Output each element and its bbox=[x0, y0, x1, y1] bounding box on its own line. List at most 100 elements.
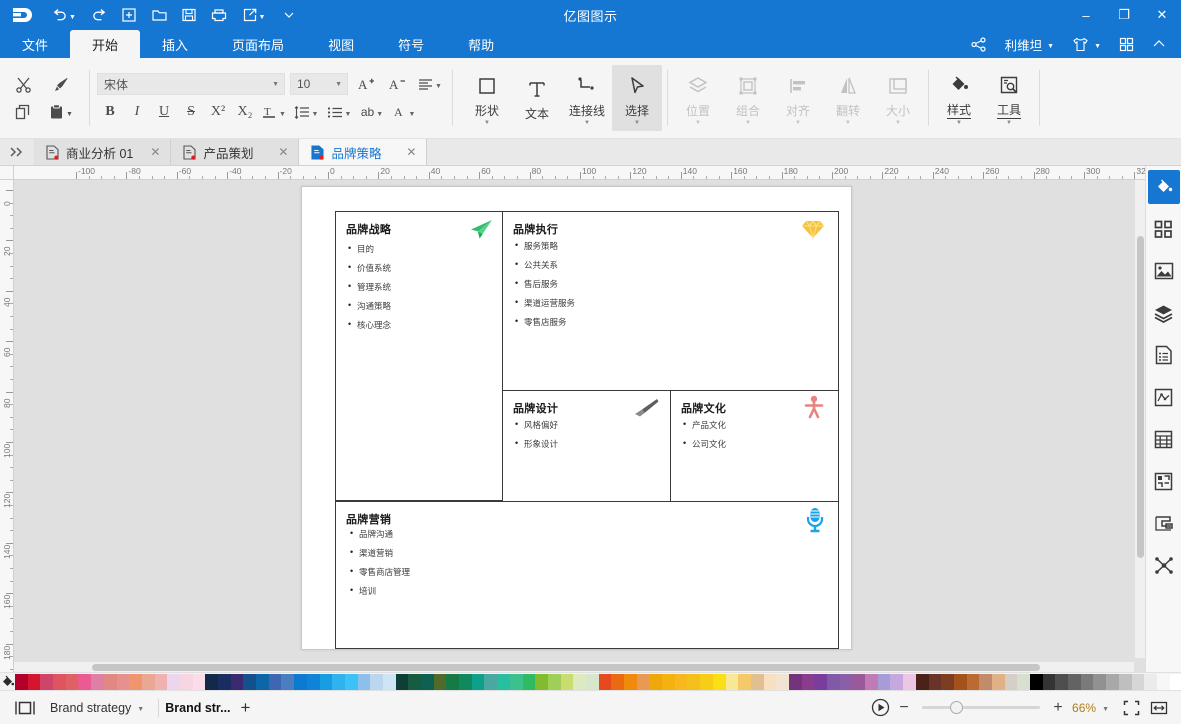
color-swatch[interactable] bbox=[433, 673, 447, 690]
color-swatch[interactable] bbox=[712, 673, 726, 690]
user-caret-icon[interactable]: ▼ bbox=[1047, 43, 1054, 50]
color-swatch[interactable] bbox=[421, 673, 434, 690]
color-swatch[interactable] bbox=[27, 673, 41, 690]
format-painter-button[interactable] bbox=[44, 71, 78, 97]
color-swatch[interactable] bbox=[801, 673, 815, 690]
theme-caret-icon[interactable]: ▼ bbox=[1094, 43, 1101, 50]
color-swatch[interactable] bbox=[154, 673, 168, 690]
color-swatch[interactable] bbox=[700, 673, 713, 690]
bullet-list-caret-icon[interactable]: ▼ bbox=[345, 111, 352, 118]
vertical-scroll-thumb[interactable] bbox=[1137, 236, 1144, 558]
color-swatch[interactable] bbox=[1118, 673, 1132, 690]
color-swatch[interactable] bbox=[1169, 673, 1181, 690]
font-family-select[interactable]: 宋体 ▼ bbox=[97, 73, 285, 95]
text-color-caret-icon[interactable]: ▼ bbox=[279, 111, 286, 118]
italic-button[interactable]: I bbox=[124, 99, 150, 125]
font-fill-caret-icon[interactable]: ▼ bbox=[409, 111, 416, 118]
sidebar-item-table[interactable] bbox=[1148, 422, 1180, 456]
sidebar-item-mindmap[interactable] bbox=[1148, 548, 1180, 582]
color-swatch[interactable] bbox=[1156, 673, 1170, 690]
color-swatch[interactable] bbox=[814, 673, 827, 690]
color-swatch[interactable] bbox=[1017, 673, 1030, 690]
color-swatch[interactable] bbox=[471, 673, 485, 690]
print-button[interactable] bbox=[204, 2, 234, 28]
menu-tab-home[interactable]: 开始 bbox=[70, 30, 141, 58]
color-swatch[interactable] bbox=[205, 673, 218, 690]
paste-button[interactable]: ▼ bbox=[44, 99, 78, 125]
color-swatch[interactable] bbox=[40, 673, 54, 690]
document-tab-business-analysis[interactable]: 商业分析 01 ✕ bbox=[34, 139, 172, 165]
color-swatch[interactable] bbox=[1068, 673, 1081, 690]
text-button[interactable]: 文本 bbox=[512, 65, 562, 131]
style-button[interactable]: 样式 ▼ bbox=[934, 65, 984, 131]
color-swatch[interactable] bbox=[103, 673, 117, 690]
color-swatch-list[interactable] bbox=[15, 673, 1181, 690]
color-dropper-icon[interactable] bbox=[0, 674, 15, 689]
toolbox-caret-icon[interactable]: ▼ bbox=[1006, 120, 1012, 126]
bold-button[interactable]: B bbox=[97, 99, 123, 125]
minimize-button[interactable]: – bbox=[1067, 0, 1105, 30]
fit-width-button[interactable] bbox=[1145, 695, 1173, 721]
zoom-out-button[interactable]: − bbox=[894, 699, 914, 717]
brand-strategy-cell[interactable]: 品牌战略 目的 价值系统 管理系统 沟通策略 核心理念 bbox=[335, 211, 503, 501]
document-tab-brand-strategy[interactable]: 品牌策略 ✕ bbox=[299, 139, 428, 165]
redo-button[interactable] bbox=[84, 2, 114, 28]
text-color-button[interactable]: T ▼ bbox=[259, 99, 289, 125]
color-swatch[interactable] bbox=[319, 673, 333, 690]
color-swatch[interactable] bbox=[953, 673, 967, 690]
color-swatch[interactable] bbox=[738, 673, 751, 690]
undo-button[interactable]: ▼ bbox=[44, 2, 84, 28]
page-view-button[interactable] bbox=[8, 695, 42, 721]
select-caret-icon[interactable]: ▼ bbox=[634, 120, 640, 126]
sidebar-item-symbols[interactable] bbox=[1148, 212, 1180, 246]
export-caret-icon[interactable]: ▼ bbox=[259, 14, 266, 21]
color-swatch[interactable] bbox=[382, 673, 396, 690]
color-swatch[interactable] bbox=[535, 673, 548, 690]
color-swatch[interactable] bbox=[903, 673, 916, 690]
select-button[interactable]: 选择 ▼ bbox=[612, 65, 662, 131]
color-swatch[interactable] bbox=[611, 673, 624, 690]
color-swatch[interactable] bbox=[1093, 673, 1107, 690]
maximize-button[interactable]: ❐ bbox=[1105, 0, 1143, 30]
color-swatch[interactable] bbox=[522, 673, 536, 690]
theme-button[interactable]: ▼ bbox=[1063, 30, 1110, 58]
size-button[interactable]: 大小 ▼ bbox=[873, 65, 923, 131]
font-size-select[interactable]: 10 ▼ bbox=[290, 73, 348, 95]
position-button[interactable]: 位置 ▼ bbox=[673, 65, 723, 131]
zoom-caret-icon[interactable]: ▼ bbox=[1102, 706, 1109, 713]
color-swatch[interactable] bbox=[598, 673, 612, 690]
color-swatch[interactable] bbox=[344, 673, 358, 690]
color-swatch[interactable] bbox=[357, 673, 371, 690]
zoom-slider[interactable] bbox=[922, 701, 1041, 714]
brand-execution-cell[interactable]: 品牌执行 服务策略 公共关系 售后服务 渠道运营服务 零售店服务 bbox=[502, 211, 839, 391]
color-swatch[interactable] bbox=[852, 673, 866, 690]
color-swatch[interactable] bbox=[877, 673, 891, 690]
color-swatch[interactable] bbox=[560, 673, 574, 690]
color-swatch[interactable] bbox=[218, 673, 231, 690]
color-swatch[interactable] bbox=[370, 673, 383, 690]
color-swatch[interactable] bbox=[1144, 673, 1157, 690]
paragraph-align-button[interactable]: ▼ bbox=[415, 71, 445, 97]
color-swatch[interactable] bbox=[941, 673, 954, 690]
align-caret-icon-2[interactable]: ▼ bbox=[795, 120, 801, 126]
strikethrough-button[interactable]: S bbox=[178, 99, 204, 125]
color-swatch[interactable] bbox=[991, 673, 1005, 690]
copy-button[interactable] bbox=[6, 99, 40, 125]
align-button[interactable]: 对齐 ▼ bbox=[773, 65, 823, 131]
color-swatch[interactable] bbox=[446, 673, 460, 690]
font-fill-button[interactable]: A ▼ bbox=[389, 99, 419, 125]
color-swatch[interactable] bbox=[459, 673, 472, 690]
align-caret-icon[interactable]: ▼ bbox=[435, 83, 442, 90]
color-swatch[interactable] bbox=[294, 673, 307, 690]
sidebar-item-chart[interactable] bbox=[1148, 380, 1180, 414]
shape-caret-icon[interactable]: ▼ bbox=[484, 120, 490, 126]
color-swatch[interactable] bbox=[281, 673, 295, 690]
color-swatch[interactable] bbox=[725, 673, 739, 690]
menu-tab-symbols[interactable]: 符号 bbox=[376, 30, 446, 58]
color-swatch[interactable] bbox=[1131, 673, 1145, 690]
connector-button[interactable]: 连接线 ▼ bbox=[562, 65, 612, 131]
canvas-scroll-area[interactable]: 品牌战略 目的 价值系统 管理系统 沟通策略 核心理念 bbox=[14, 180, 1145, 672]
save-button[interactable] bbox=[174, 2, 204, 28]
color-swatch[interactable] bbox=[624, 673, 637, 690]
horizontal-scroll-thumb[interactable] bbox=[92, 664, 1040, 671]
